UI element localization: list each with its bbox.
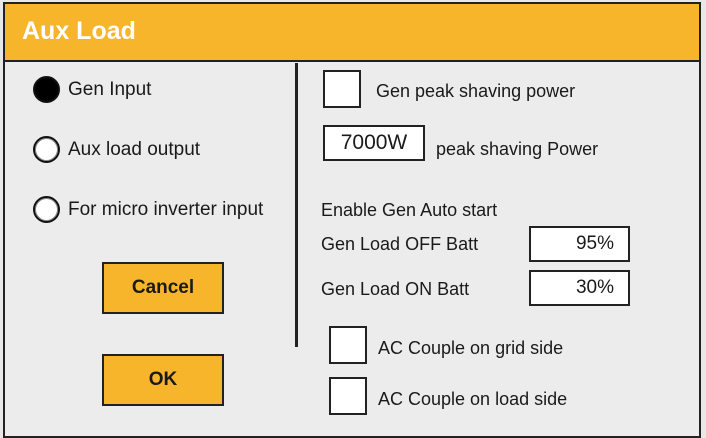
load-on-input[interactable]: 30%	[529, 270, 630, 306]
ac-couple-grid-label: AC Couple on grid side	[378, 338, 564, 358]
gen-peak-shaving-label: Gen peak shaving power	[376, 81, 576, 101]
radio-gen-input[interactable]: Gen Input	[33, 76, 151, 103]
dialog-title: Aux Load	[22, 17, 136, 45]
peak-power-input[interactable]: 7000W	[323, 125, 425, 161]
load-on-label: Gen Load ON Batt	[321, 279, 470, 299]
auto-start-heading: Enable Gen Auto start	[321, 200, 498, 220]
radio-micro-inverter-input[interactable]: For micro inverter input	[33, 196, 263, 223]
aux-load-dialog: Aux Load Gen Input Aux load output For m…	[3, 2, 701, 438]
radio-aux-load-output[interactable]: Aux load output	[33, 136, 200, 163]
ok-button[interactable]: OK	[102, 354, 224, 406]
load-off-input[interactable]: 95%	[529, 226, 630, 262]
load-off-label: Gen Load OFF Batt	[321, 234, 479, 254]
title-bar: Aux Load	[5, 4, 699, 62]
vertical-divider	[295, 63, 298, 347]
ac-couple-load-label: AC Couple on load side	[378, 389, 568, 409]
cancel-button[interactable]: Cancel	[102, 262, 224, 314]
radio-unselected-icon	[33, 136, 60, 163]
gen-peak-shaving-checkbox[interactable]	[323, 70, 361, 108]
peak-power-label: peak shaving Power	[436, 139, 599, 159]
radio-label: For micro inverter input	[68, 198, 264, 220]
radio-label: Aux load output	[68, 138, 201, 160]
ac-couple-load-checkbox[interactable]	[329, 377, 367, 415]
radio-selected-icon	[33, 76, 60, 103]
radio-unselected-icon	[33, 196, 60, 223]
ac-couple-grid-checkbox[interactable]	[329, 326, 367, 364]
radio-label: Gen Input	[68, 78, 152, 100]
